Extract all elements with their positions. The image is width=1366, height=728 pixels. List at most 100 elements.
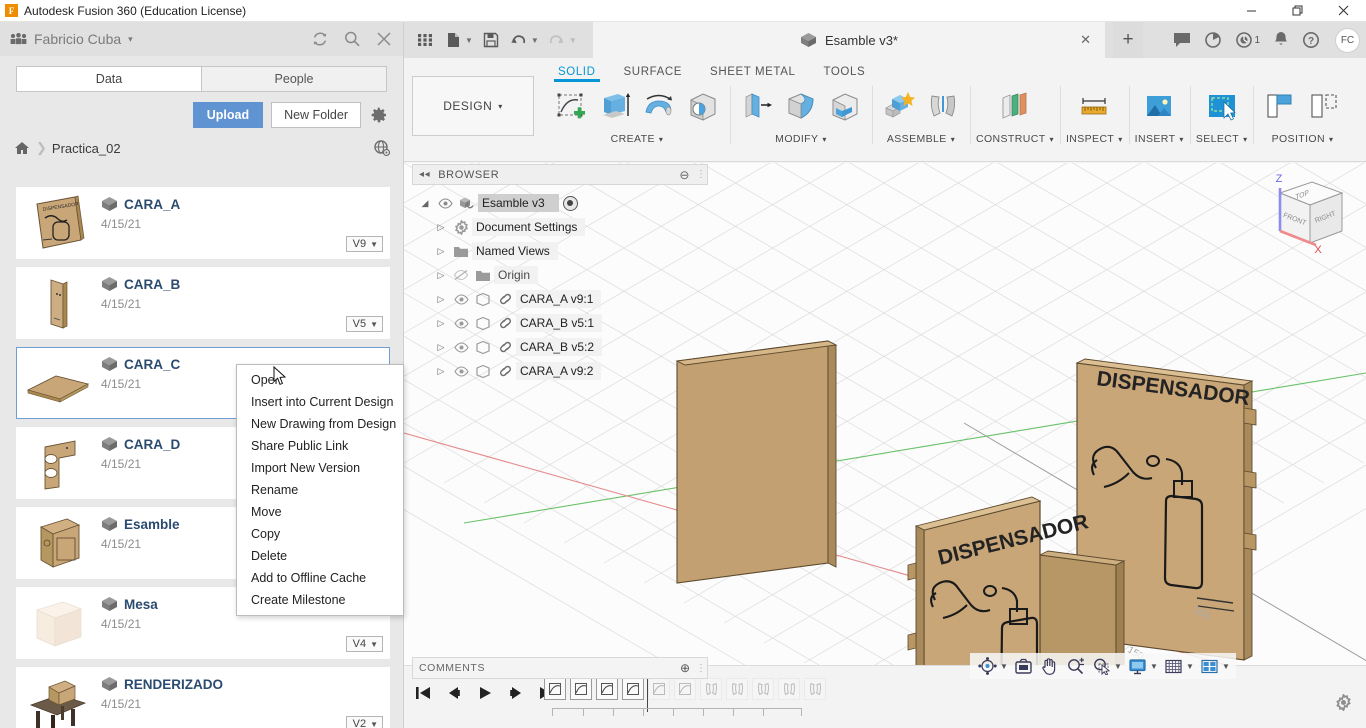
timeline-feature-sketch[interactable] (544, 678, 566, 700)
browser-resize-grip[interactable]: ⋮ (696, 169, 706, 180)
ribbon-group-label[interactable]: CONSTRUCT ▾ (976, 133, 1054, 145)
tree-node-root[interactable]: ◢ Esamble v3 (412, 191, 708, 215)
ribbon-group-label[interactable]: POSITION ▾ (1272, 133, 1334, 145)
align-icon[interactable] (1259, 85, 1301, 129)
tab-data[interactable]: Data (17, 67, 201, 91)
timeline-feature-joint-rolled[interactable] (778, 678, 800, 700)
ribbon-group-label[interactable]: INSPECT ▾ (1066, 133, 1123, 145)
select-window-icon[interactable] (1201, 85, 1243, 129)
ribbon-group-label[interactable]: CREATE ▾ (611, 133, 664, 145)
visibility-eye-icon[interactable] (450, 317, 472, 329)
chevron-down-icon[interactable]: ▼ (569, 36, 577, 45)
version-badge[interactable]: V5 ▼ (345, 316, 383, 332)
comments-bar[interactable]: COMMENTS ⊕ ⋮ (412, 657, 708, 679)
ribbon-group-label[interactable]: ASSEMBLE ▾ (887, 133, 955, 145)
version-badge[interactable]: V4 ▼ (345, 636, 383, 652)
version-badge[interactable]: V9 ▼ (345, 236, 383, 252)
globe-icon[interactable] (373, 139, 391, 157)
gear-icon[interactable] (369, 105, 389, 125)
3d-viewport[interactable]: DISPENSADOR DISPENSADOR 200 ◂◂ BROWSER ⊖… (404, 163, 1366, 687)
expand-arrow-icon[interactable]: ▷ (432, 294, 450, 305)
expand-arrow-icon[interactable]: ▷ (432, 318, 450, 329)
activate-component-radio[interactable] (562, 195, 578, 211)
move-copy-icon[interactable] (1303, 85, 1345, 129)
expand-arrow-icon[interactable]: ▷ (432, 270, 450, 281)
insert-image-icon[interactable] (1138, 85, 1180, 129)
tree-node-origin[interactable]: ▷ Origin (412, 263, 708, 287)
user-name[interactable]: Fabricio Cuba (34, 31, 121, 47)
extrude-icon[interactable] (594, 85, 636, 129)
expand-arrow-icon[interactable]: ◢ (416, 198, 434, 209)
minimize-browser-icon[interactable]: ⊖ (679, 168, 690, 182)
chevron-down-icon[interactable]: ▼ (1186, 662, 1196, 671)
undo-icon[interactable] (506, 27, 532, 53)
version-badge[interactable]: V2 ▼ (345, 716, 383, 728)
upload-button[interactable]: Upload (192, 102, 264, 128)
tab-people[interactable]: People (201, 67, 386, 91)
visibility-eye-off-icon[interactable] (450, 269, 472, 281)
context-menu-item-import-new-version[interactable]: Import New Version (237, 457, 403, 479)
comments-resize-grip[interactable]: ⋮ (696, 663, 706, 674)
chevron-down-icon[interactable]: ▼ (531, 36, 539, 45)
timeline-feature-joint-rolled[interactable] (752, 678, 774, 700)
revolve-icon[interactable] (638, 85, 680, 129)
expand-arrow-icon[interactable]: ▷ (432, 342, 450, 353)
ribbon-group-label[interactable]: SELECT ▾ (1196, 133, 1248, 145)
close-icon[interactable]: ✕ (1080, 32, 1091, 48)
comments-icon[interactable] (1173, 32, 1191, 48)
joint-icon[interactable] (922, 85, 964, 129)
tree-node-cara-a-v9-1[interactable]: ▷ CARA_A v9:1 (412, 287, 708, 311)
save-icon[interactable] (478, 27, 504, 53)
job-history-icon[interactable]: 1 (1235, 31, 1260, 49)
zoom-window-icon[interactable] (1088, 654, 1114, 678)
add-comment-icon[interactable]: ⊕ (680, 661, 690, 675)
list-item[interactable]: RENDERIZADO 4/15/21 V2 ▼ (16, 667, 390, 728)
collapse-browser-icon[interactable]: ◂◂ (419, 169, 430, 180)
expand-arrow-icon[interactable]: ▷ (432, 246, 450, 257)
measure-icon[interactable] (1073, 85, 1115, 129)
tree-node-cara-b-v5-1[interactable]: ▷ CARA_B v5:1 (412, 311, 708, 335)
new-folder-button[interactable]: New Folder (271, 102, 361, 128)
chevron-down-icon[interactable]: ▼ (1150, 662, 1160, 671)
help-icon[interactable]: ? (1302, 31, 1320, 49)
visibility-eye-icon[interactable] (450, 365, 472, 377)
avatar[interactable]: FC (1335, 27, 1360, 53)
maximize-button[interactable] (1274, 0, 1320, 22)
tree-node-cara-b-v5-2[interactable]: ▷ CARA_B v5:2 (412, 335, 708, 359)
tab-tools[interactable]: TOOLS (809, 58, 879, 82)
tree-node-cara-a-v9-2[interactable]: ▷ CARA_A v9:2 (412, 359, 708, 383)
create-sketch-icon[interactable] (550, 85, 592, 129)
zoom-icon[interactable] (1062, 654, 1088, 678)
pan-hand-icon[interactable] (1036, 654, 1062, 678)
expand-arrow-icon[interactable]: ▷ (432, 366, 450, 377)
context-menu-item-open[interactable]: Open (237, 369, 403, 391)
list-item[interactable]: CARA_B 4/15/21 V5 ▼ (16, 267, 390, 339)
shell-icon[interactable] (824, 85, 866, 129)
context-menu-item-delete[interactable]: Delete (237, 545, 403, 567)
timeline-feature-sketch-rolled[interactable] (648, 678, 670, 700)
expand-arrow-icon[interactable]: ▷ (432, 222, 450, 233)
context-menu-item-rename[interactable]: Rename (237, 479, 403, 501)
redo-icon[interactable] (544, 27, 570, 53)
play-icon[interactable] (474, 682, 496, 704)
timeline-feature-sketch[interactable] (596, 678, 618, 700)
timeline-feature-sketch[interactable] (622, 678, 644, 700)
chevron-down-icon[interactable]: ▾ (128, 34, 133, 45)
timeline-feature-sketch-rolled[interactable] (674, 678, 696, 700)
minimize-button[interactable] (1228, 0, 1274, 22)
new-document-icon[interactable] (440, 27, 466, 53)
context-menu-item-new-drawing-from-design[interactable]: New Drawing from Design (237, 413, 403, 435)
show-data-panel-icon[interactable] (412, 27, 438, 53)
new-component-icon[interactable] (878, 85, 920, 129)
ribbon-group-label[interactable]: INSERT ▾ (1135, 133, 1184, 145)
tree-node-named-views[interactable]: ▷ Named Views (412, 239, 708, 263)
step-back-icon[interactable] (443, 682, 465, 704)
tab-surface[interactable]: SURFACE (610, 58, 697, 82)
chevron-down-icon[interactable]: ▼ (1222, 662, 1232, 671)
display-settings-icon[interactable] (1124, 654, 1150, 678)
new-tab-button[interactable]: + (1113, 22, 1143, 58)
close-button[interactable] (1320, 0, 1366, 22)
orbit-icon[interactable] (974, 654, 1000, 678)
press-pull-icon[interactable] (736, 85, 778, 129)
ribbon-group-label[interactable]: MODIFY ▾ (775, 133, 827, 145)
